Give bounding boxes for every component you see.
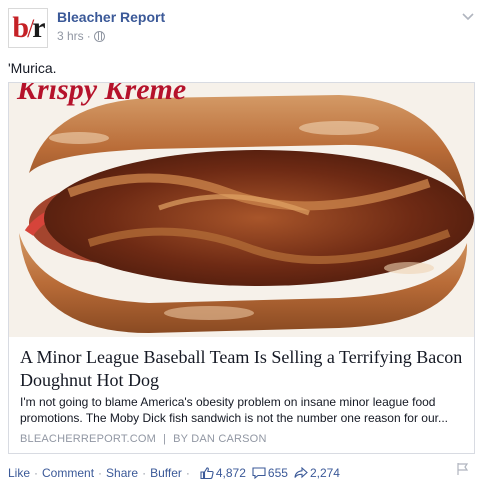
link-source: BLEACHERREPORT.COM | BY DAN CARSON [20,433,267,445]
bleacher-report-logo: b/r [12,11,45,44]
like-button[interactable]: Like [8,466,30,480]
link-title[interactable]: A Minor League Baseball Team Is Selling … [20,346,465,392]
action-separator: · [34,466,39,480]
action-separator: · [185,466,190,480]
post-time[interactable]: 3 hrs [57,29,84,43]
source-separator: | [163,433,167,445]
post-meta: 3 hrs · [57,29,105,43]
link-card[interactable]: Krispy Kreme A Minor League Baseball Tea… [8,82,475,454]
globe-icon [93,30,105,42]
comment-count[interactable]: 655 [268,466,288,480]
image-overlay-text: Krispy Kreme [16,83,186,106]
hot-dog-photo: Krispy Kreme [9,83,474,337]
buffer-button[interactable]: Buffer [150,466,182,480]
author-name[interactable]: Bleacher Report [57,9,165,25]
link-image[interactable]: Krispy Kreme [9,83,474,337]
page-avatar[interactable]: b/r [8,8,48,48]
comment-button[interactable]: Comment [42,466,94,480]
share-count[interactable]: 2,274 [310,466,340,480]
share-button[interactable]: Share [106,466,138,480]
comment-icon[interactable] [252,467,266,479]
link-description: I'm not going to blame America's obesity… [20,395,448,425]
chevron-down-icon[interactable] [462,12,474,22]
meta-separator: · [86,29,91,43]
facebook-post: b/r Bleacher Report 3 hrs · 'Murica. Kri… [0,0,481,488]
like-count[interactable]: 4,872 [216,466,246,480]
action-separator: · [142,466,147,480]
thumbs-up-icon[interactable] [200,467,214,479]
source-domain: BLEACHERREPORT.COM [20,433,157,445]
action-separator: · [98,466,103,480]
action-bar: Like · Comment · Share · Buffer · 4,872 … [8,466,340,480]
status-text: 'Murica. [8,60,57,76]
share-icon[interactable] [294,467,308,479]
flag-icon[interactable] [456,462,470,476]
source-author: BY DAN CARSON [173,433,267,445]
